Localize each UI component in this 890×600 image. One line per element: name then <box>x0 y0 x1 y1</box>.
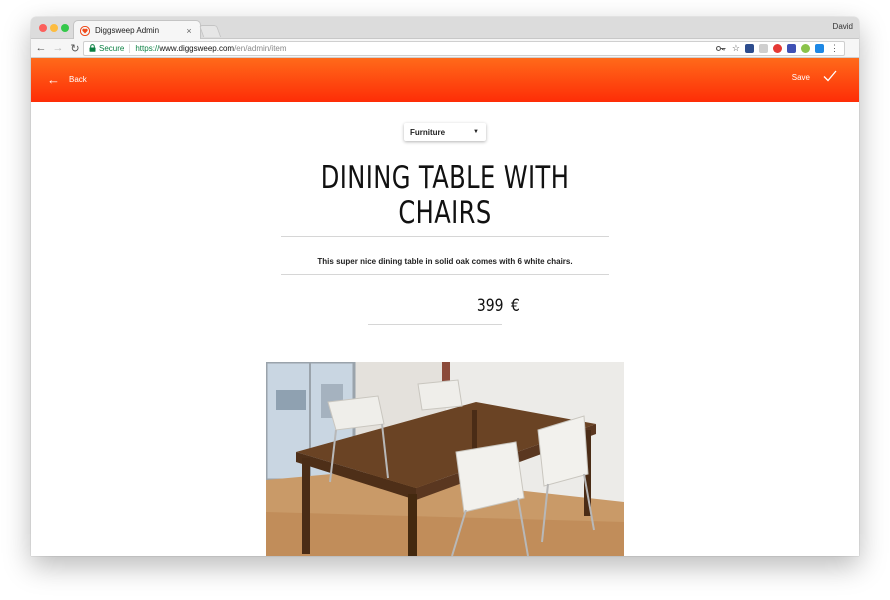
extension-icon[interactable] <box>801 44 810 53</box>
arrow-left-icon: ← <box>47 72 60 87</box>
url-host: www.diggsweep.com <box>159 44 235 53</box>
category-value: Furniture <box>410 127 446 137</box>
back-button[interactable]: ← Back <box>47 73 87 86</box>
admin-header: ← Back Save <box>31 58 859 102</box>
forward-nav-icon[interactable]: → <box>51 41 65 55</box>
back-label: Back <box>69 75 87 84</box>
reload-icon[interactable]: ↻ <box>68 41 82 55</box>
extension-icon[interactable] <box>815 44 824 53</box>
key-icon[interactable] <box>715 44 726 54</box>
item-title[interactable]: DINING TABLE WITH CHAIRS <box>317 161 573 231</box>
item-photo[interactable] <box>266 362 624 556</box>
browser-tab[interactable]: Diggsweep Admin × <box>73 20 201 40</box>
lock-icon <box>89 43 96 54</box>
bookmark-star-icon[interactable]: ☆ <box>732 43 740 54</box>
browser-titlebar: Diggsweep Admin × David <box>31 17 859 40</box>
checkmark-icon <box>823 70 837 84</box>
window-zoom-button[interactable] <box>61 24 69 32</box>
browser-window: Diggsweep Admin × David ← → ↻ Secure htt… <box>31 17 859 556</box>
price-field[interactable]: 399 € <box>368 296 522 324</box>
url-scheme: https:// <box>135 44 160 53</box>
price-underline <box>368 324 502 325</box>
profile-name[interactable]: David <box>833 22 853 31</box>
caret-down-icon: ▼ <box>473 129 479 135</box>
item-editor: Furniture ▼ DINING TABLE WITH CHAIRS Thi… <box>31 102 859 556</box>
extension-icon[interactable] <box>745 44 754 53</box>
address-bar[interactable]: Secure https:// www.diggsweep.com /en/ad… <box>83 41 845 56</box>
description-underline <box>281 274 609 275</box>
back-nav-icon[interactable]: ← <box>34 41 48 55</box>
tab-title: Diggsweep Admin <box>95 26 160 35</box>
price-value: 399 <box>476 296 504 316</box>
tab-close-icon[interactable]: × <box>184 26 194 36</box>
opera-extension-icon[interactable] <box>773 44 782 53</box>
extension-icon[interactable] <box>787 44 796 53</box>
menu-dots-icon[interactable]: ⋮ <box>830 43 839 54</box>
category-dropdown[interactable]: Furniture ▼ <box>404 123 486 141</box>
currency-symbol: € <box>511 296 520 316</box>
extension-icon[interactable] <box>759 44 768 53</box>
save-button[interactable]: Save <box>792 70 837 84</box>
diggsweep-heart-icon <box>80 25 90 36</box>
save-label: Save <box>791 72 810 82</box>
item-description[interactable]: This super nice dining table in solid oa… <box>281 257 609 266</box>
url-path: /en/admin/item <box>234 44 287 53</box>
window-minimize-button[interactable] <box>50 24 58 32</box>
secure-label: Secure <box>99 44 125 53</box>
window-close-button[interactable] <box>39 24 47 32</box>
url-separator <box>129 44 131 53</box>
title-underline <box>281 236 609 237</box>
new-tab-button[interactable] <box>198 25 222 37</box>
browser-toolbar: ← → ↻ Secure https:// www.diggsweep.com … <box>31 39 859 58</box>
